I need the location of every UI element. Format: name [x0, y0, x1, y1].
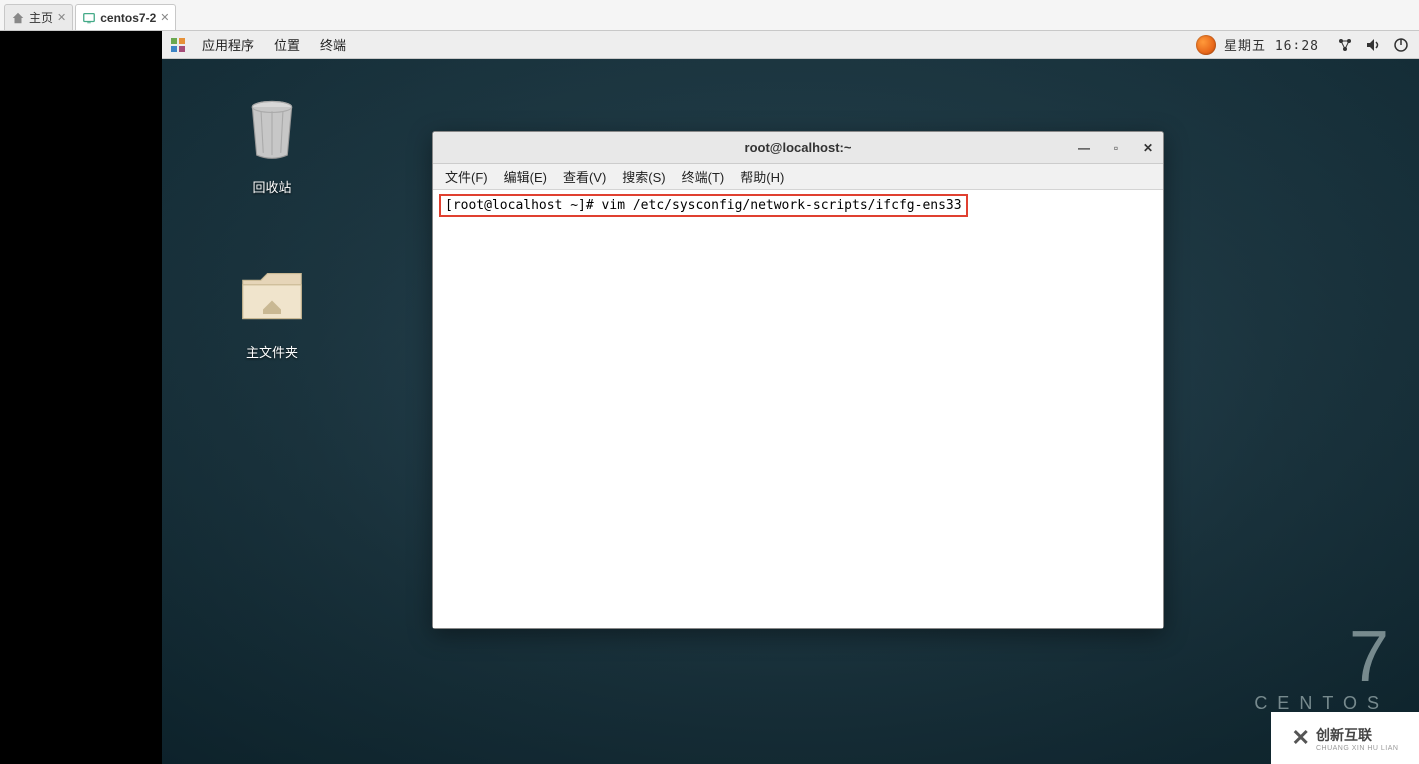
window-buttons: — ▫ ✕ — [1075, 132, 1157, 163]
menu-help[interactable]: 帮助(H) — [732, 167, 792, 186]
desktop-icons: 回收站 主文件夹 — [222, 91, 322, 421]
tab-home[interactable]: 主页 ✕ — [4, 4, 73, 30]
watermark-num: 7 — [1254, 629, 1389, 687]
watermark-logo: ✕ 创新互联 CHUANG XIN HU LIAN — [1271, 712, 1419, 764]
watermark-name: CENTOS — [1254, 693, 1389, 714]
trash-label: 回收站 — [252, 177, 291, 196]
menu-terminal[interactable]: 终端(T) — [674, 167, 733, 186]
terminal-body[interactable]: [root@localhost ~]# vim /etc/sysconfig/n… — [433, 190, 1163, 628]
vmware-tabs: 主页 ✕ centos7-2 ✕ — [0, 0, 1419, 31]
update-badge-icon[interactable] — [1196, 35, 1216, 55]
tab-centos7-2[interactable]: centos7-2 ✕ — [75, 4, 176, 30]
menu-file[interactable]: 文件(F) — [437, 167, 496, 186]
minimize-icon[interactable]: — — [1075, 141, 1093, 155]
gnome-top-panel: 应用程序 位置 终端 星期五 16∶28 — [162, 31, 1419, 59]
power-icon[interactable] — [1393, 37, 1409, 53]
volume-icon[interactable] — [1365, 37, 1381, 53]
logo-mark-icon: ✕ — [1292, 725, 1310, 751]
titlebar[interactable]: root@localhost:~ — ▫ ✕ — [433, 132, 1163, 164]
terminal-menubar: 文件(F) 编辑(E) 查看(V) 搜索(S) 终端(T) 帮助(H) — [433, 164, 1163, 190]
trash-icon[interactable]: 回收站 — [222, 91, 322, 196]
menu-places[interactable]: 位置 — [264, 35, 310, 54]
logo-sub: CHUANG XIN HU LIAN — [1316, 745, 1399, 752]
prompt: [root@localhost ~]# — [445, 198, 602, 213]
content-row: 应用程序 位置 终端 星期五 16∶28 — [0, 31, 1419, 764]
trash-glyph-icon — [232, 91, 312, 171]
clock[interactable]: 星期五 16∶28 — [1216, 35, 1327, 54]
command: vim /etc/sysconfig/network-scripts/ifcfg… — [602, 198, 962, 213]
menu-search[interactable]: 搜索(S) — [614, 167, 673, 186]
left-gutter — [0, 31, 162, 764]
home-label: 主文件夹 — [246, 342, 298, 361]
close-icon[interactable]: ✕ — [57, 11, 66, 24]
applications-icon — [170, 37, 186, 53]
network-icon[interactable] — [1337, 37, 1353, 53]
terminal-window: root@localhost:~ — ▫ ✕ 文件(F) 编辑(E) 查看(V)… — [432, 131, 1164, 629]
vm-icon — [82, 11, 96, 25]
home-icon — [11, 11, 25, 25]
menu-terminal[interactable]: 终端 — [310, 35, 356, 54]
guest-desktop[interactable]: 应用程序 位置 终端 星期五 16∶28 — [162, 31, 1419, 764]
close-icon[interactable]: ✕ — [160, 11, 169, 24]
tab-label: 主页 — [29, 9, 53, 26]
menu-edit[interactable]: 编辑(E) — [496, 167, 555, 186]
close-icon[interactable]: ✕ — [1139, 141, 1157, 155]
tab-label: centos7-2 — [100, 11, 156, 25]
logo-brand: 创新互联 — [1316, 725, 1399, 745]
command-line: [root@localhost ~]# vim /etc/sysconfig/n… — [439, 194, 968, 217]
menu-view[interactable]: 查看(V) — [555, 167, 614, 186]
folder-glyph-icon — [232, 256, 312, 336]
window-title: root@localhost:~ — [745, 140, 852, 155]
home-folder-icon[interactable]: 主文件夹 — [222, 256, 322, 361]
system-tray — [1327, 37, 1419, 53]
maximize-icon[interactable]: ▫ — [1107, 141, 1125, 155]
centos-watermark: 7 CENTOS — [1254, 629, 1389, 714]
menu-applications[interactable]: 应用程序 — [192, 35, 264, 54]
